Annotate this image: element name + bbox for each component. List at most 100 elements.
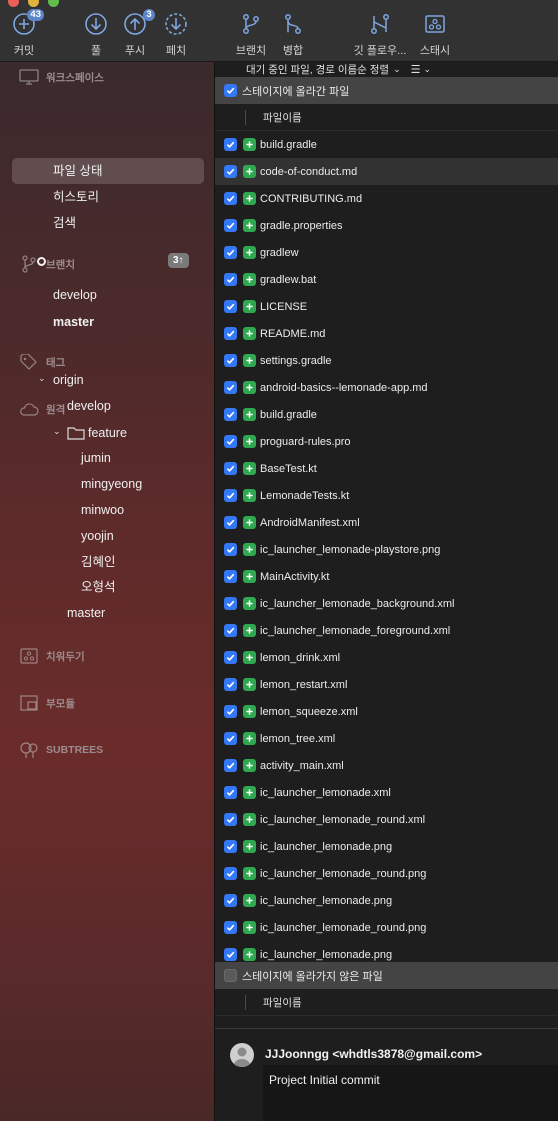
merge-button[interactable]: 병합 — [270, 12, 316, 58]
sidebar-remote-feature-kimhyein[interactable]: 김혜인 — [81, 551, 116, 573]
origin-disclosure-icon[interactable]: ⌄ — [38, 373, 46, 384]
file-stage-checkbox[interactable] — [224, 705, 237, 718]
file-row[interactable]: proguard-rules.pro — [215, 428, 558, 455]
sidebar-item-file-status[interactable]: 파일 상태 — [53, 160, 102, 182]
sidebar-branch-master[interactable]: master — [53, 311, 94, 333]
sidebar-section-workspace[interactable]: 워크스페이스 — [18, 68, 104, 86]
file-stage-checkbox[interactable] — [224, 327, 237, 340]
sidebar-remote-branch-develop[interactable]: develop — [67, 395, 111, 417]
file-row[interactable]: code-of-conduct.md — [215, 158, 558, 185]
file-row[interactable]: lemon_tree.xml — [215, 725, 558, 752]
file-row[interactable]: README.md — [215, 320, 558, 347]
commit-button[interactable]: 43 커밋 — [1, 9, 47, 58]
file-stage-checkbox[interactable] — [224, 867, 237, 880]
file-row[interactable]: ic_launcher_lemonade_round.png — [215, 860, 558, 887]
sidebar-section-subtrees[interactable]: SUBTREES — [18, 741, 103, 759]
file-row[interactable]: ic_launcher_lemonade.png — [215, 833, 558, 860]
file-row[interactable]: gradlew — [215, 239, 558, 266]
sidebar-remote-feature-ohhyungseok[interactable]: 오형석 — [81, 576, 116, 598]
feature-disclosure-icon[interactable]: ⌄ — [53, 426, 61, 437]
file-stage-checkbox[interactable] — [224, 489, 237, 502]
file-stage-checkbox[interactable] — [224, 786, 237, 799]
fetch-button[interactable]: 페치 — [153, 12, 199, 58]
file-stage-checkbox[interactable] — [224, 165, 237, 178]
file-stage-checkbox[interactable] — [224, 300, 237, 313]
staged-column-header[interactable]: 파일이름 — [215, 104, 558, 131]
file-stage-checkbox[interactable] — [224, 219, 237, 232]
file-row[interactable]: gradle.properties — [215, 212, 558, 239]
unstaged-column-header[interactable]: 파일이름 — [215, 989, 558, 1016]
file-stage-checkbox[interactable] — [224, 192, 237, 205]
file-row[interactable]: ic_launcher_lemonade_background.xml — [215, 590, 558, 617]
view-mode-dropdown[interactable]: ☰ ⌄ — [411, 63, 431, 76]
push-button[interactable]: 3 푸시 — [112, 9, 158, 58]
file-stage-checkbox[interactable] — [224, 624, 237, 637]
commit-message-field[interactable]: Project Initial commit — [263, 1065, 558, 1121]
sidebar-section-submodules[interactable]: 부모듈 — [18, 694, 75, 712]
sidebar-remote-origin[interactable]: origin — [53, 369, 84, 391]
file-row[interactable]: build.gradle — [215, 131, 558, 158]
stash-button[interactable]: 스태시 — [412, 12, 458, 58]
file-row[interactable]: LemonadeTests.kt — [215, 482, 558, 509]
file-stage-checkbox[interactable] — [224, 759, 237, 772]
file-row[interactable]: ic_launcher_lemonade_round.png — [215, 914, 558, 941]
file-row[interactable]: activity_main.xml — [215, 752, 558, 779]
file-stage-checkbox[interactable] — [224, 732, 237, 745]
file-stage-checkbox[interactable] — [224, 597, 237, 610]
git-flow-button[interactable]: 깃 플로우... — [352, 12, 408, 58]
file-row[interactable]: gradlew.bat — [215, 266, 558, 293]
file-row[interactable]: ic_launcher_lemonade_foreground.xml — [215, 617, 558, 644]
file-row[interactable]: MainActivity.kt — [215, 563, 558, 590]
file-stage-checkbox[interactable] — [224, 246, 237, 259]
sidebar-section-remotes[interactable]: 원격 — [18, 400, 65, 418]
sidebar-item-history[interactable]: 히스토리 — [53, 186, 99, 208]
file-stage-checkbox[interactable] — [224, 462, 237, 475]
stage-all-unstaged-checkbox[interactable] — [224, 969, 237, 982]
window-close-button[interactable] — [8, 0, 19, 7]
file-stage-checkbox[interactable] — [224, 894, 237, 907]
sidebar-remote-folder-feature[interactable]: feature — [88, 422, 127, 444]
sidebar-remote-feature-mingyeong[interactable]: mingyeong — [81, 473, 142, 495]
file-row[interactable]: android-basics--lemonade-app.md — [215, 374, 558, 401]
file-row[interactable]: lemon_squeeze.xml — [215, 698, 558, 725]
sort-dropdown[interactable]: 대기 중인 파일, 경로 이름순 정렬 ⌄ — [246, 62, 401, 77]
file-row[interactable]: LICENSE — [215, 293, 558, 320]
file-stage-checkbox[interactable] — [224, 570, 237, 583]
sidebar-remote-feature-jumin[interactable]: jumin — [81, 447, 111, 469]
file-stage-checkbox[interactable] — [224, 948, 237, 961]
file-stage-checkbox[interactable] — [224, 543, 237, 556]
sidebar-branch-develop[interactable]: develop — [53, 284, 97, 306]
file-stage-checkbox[interactable] — [224, 678, 237, 691]
file-stage-checkbox[interactable] — [224, 354, 237, 367]
file-stage-checkbox[interactable] — [224, 138, 237, 151]
file-row[interactable]: AndroidManifest.xml — [215, 509, 558, 536]
stage-all-checkbox[interactable] — [224, 84, 237, 97]
window-zoom-button[interactable] — [48, 0, 59, 7]
file-row[interactable]: build.gradle — [215, 401, 558, 428]
branch-button[interactable]: 브랜치 — [228, 12, 274, 58]
file-row[interactable]: ic_launcher_lemonade.png — [215, 887, 558, 914]
file-row[interactable]: lemon_drink.xml — [215, 644, 558, 671]
file-row[interactable]: ic_launcher_lemonade_round.xml — [215, 806, 558, 833]
sidebar-remote-branch-master[interactable]: master — [67, 602, 105, 624]
sidebar-section-branches[interactable]: 브랜치 — [18, 255, 75, 273]
sidebar-remote-feature-minwoo[interactable]: minwoo — [81, 499, 124, 521]
file-stage-checkbox[interactable] — [224, 381, 237, 394]
sidebar-section-stashes[interactable]: 치워두기 — [18, 647, 85, 665]
file-row[interactable]: settings.gradle — [215, 347, 558, 374]
window-minimize-button[interactable] — [28, 0, 39, 7]
file-row[interactable]: CONTRIBUTING.md — [215, 185, 558, 212]
file-row[interactable]: lemon_restart.xml — [215, 671, 558, 698]
file-row[interactable]: BaseTest.kt — [215, 455, 558, 482]
file-stage-checkbox[interactable] — [224, 921, 237, 934]
file-stage-checkbox[interactable] — [224, 813, 237, 826]
file-row[interactable]: ic_launcher_lemonade.xml — [215, 779, 558, 806]
file-stage-checkbox[interactable] — [224, 408, 237, 421]
file-row[interactable]: ic_launcher_lemonade-playstore.png — [215, 536, 558, 563]
file-stage-checkbox[interactable] — [224, 516, 237, 529]
file-stage-checkbox[interactable] — [224, 651, 237, 664]
sidebar-remote-feature-yoojin[interactable]: yoojin — [81, 525, 114, 547]
file-stage-checkbox[interactable] — [224, 435, 237, 448]
sidebar-item-search[interactable]: 검색 — [53, 212, 76, 234]
file-stage-checkbox[interactable] — [224, 273, 237, 286]
